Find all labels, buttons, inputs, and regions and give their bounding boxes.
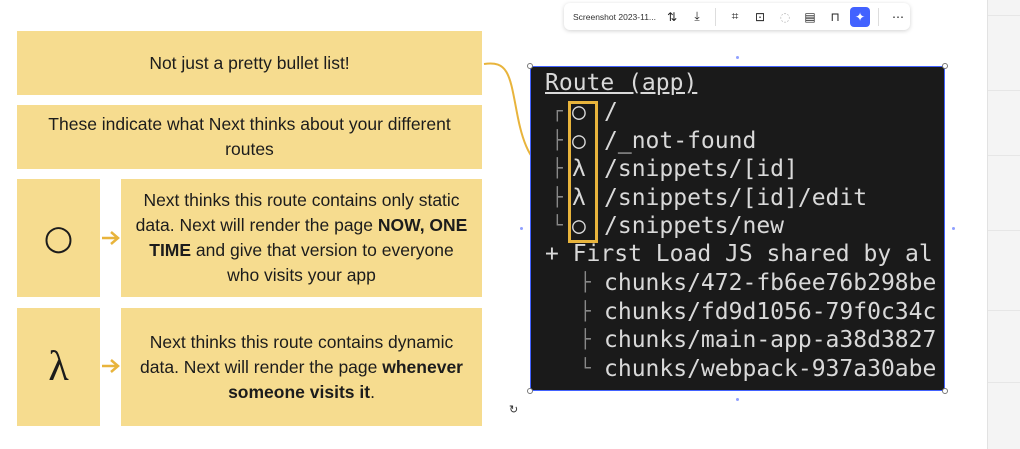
tree-glyph: └ xyxy=(552,215,563,236)
toolbar-divider xyxy=(878,7,879,26)
dynamic-explanation-note[interactable]: Next thinks this route contains dynamic … xyxy=(121,308,482,426)
tree-glyph: ├ xyxy=(552,129,563,151)
tree-glyph: ┌ xyxy=(552,101,563,122)
resize-handle[interactable] xyxy=(527,388,533,394)
route-marker: ○ xyxy=(572,213,586,239)
fit-icon[interactable]: ⊡ xyxy=(750,7,770,27)
route-path: /_not-found xyxy=(604,127,757,154)
crop-icon[interactable]: ⌗ xyxy=(725,7,745,27)
arrow-right-icon xyxy=(102,359,120,373)
route-marker: ○ xyxy=(572,127,586,154)
terminal-screenshot[interactable]: Route (app) ┌ ○ / ├ ○ /_not-found ├ λ/snippets/… xyxy=(530,66,945,391)
lock-icon[interactable]: ⊓ xyxy=(825,7,845,27)
static-explanation-note[interactable]: Next thinks this route contains only sta… xyxy=(121,179,482,297)
comment-icon[interactable]: ▤ xyxy=(800,7,820,27)
headline-text: Not just a pretty bullet list! xyxy=(149,52,350,73)
chunk-line: chunks/472-fb6ee76b298be xyxy=(604,270,937,296)
route-path: /snippets/[id] xyxy=(604,156,798,182)
side-panel xyxy=(987,0,1020,449)
route-marker: λ xyxy=(572,156,586,182)
tree-glyph: └ xyxy=(580,357,591,379)
resize-handle[interactable] xyxy=(942,388,948,394)
route-header: Route (app) xyxy=(545,70,698,96)
connection-point[interactable] xyxy=(736,398,739,401)
tree-glyph: ├ xyxy=(580,329,591,350)
route-marker: λ xyxy=(572,184,586,211)
panel-divider xyxy=(988,310,1020,311)
panel-divider xyxy=(988,230,1020,231)
subhead-text: These indicate what Next thinks about yo… xyxy=(48,114,451,159)
shared-line: + First Load JS shared by al xyxy=(545,241,933,267)
filename-label[interactable]: Screenshot 2023-11... xyxy=(573,12,657,22)
rotate-icon[interactable]: ↻ xyxy=(509,403,518,416)
image-toolbar: Screenshot 2023-11... ⇅ ⤓ ⌗ ⊡ ◌ ▤ ⊓ ✦ ⋯ xyxy=(564,3,910,30)
tree-glyph: ├ xyxy=(552,158,563,179)
route-path: /snippets/[id]/edit xyxy=(604,184,868,211)
subhead-note[interactable]: These indicate what Next thinks about yo… xyxy=(17,105,482,169)
panel-divider xyxy=(988,90,1020,91)
static-symbol-note[interactable]: ○ xyxy=(17,179,100,297)
toolbar-divider xyxy=(715,7,716,26)
resize-handle[interactable] xyxy=(942,63,948,69)
connection-point[interactable] xyxy=(736,56,739,59)
tree-glyph: ├ xyxy=(580,272,591,293)
lambda-icon: λ xyxy=(48,343,69,390)
ai-icon[interactable]: ✦ xyxy=(850,6,870,27)
swap-icon[interactable]: ⇅ xyxy=(662,7,682,27)
chunk-line: chunks/webpack-937a30abe xyxy=(604,355,937,382)
connection-point[interactable] xyxy=(952,227,955,230)
panel-divider xyxy=(988,15,1020,16)
chunk-line: chunks/fd9d1056-79f0c34c xyxy=(604,298,937,325)
dynamic-symbol-note[interactable]: λ xyxy=(17,308,100,426)
tree-glyph: ├ xyxy=(552,186,563,208)
static-circle-icon: ○ xyxy=(43,217,74,258)
loading-icon[interactable]: ◌ xyxy=(775,7,795,27)
static-explanation-text: Next thinks this route contains only sta… xyxy=(135,190,468,285)
more-icon[interactable]: ⋯ xyxy=(888,7,908,27)
panel-divider xyxy=(988,155,1020,156)
arrow-right-icon xyxy=(102,231,120,245)
route-marker: ○ xyxy=(572,99,586,125)
panel-divider xyxy=(988,382,1020,383)
route-path: /snippets/new xyxy=(604,213,785,239)
tree-glyph: ├ xyxy=(580,300,591,322)
dynamic-explanation-text: Next thinks this route contains dynamic … xyxy=(140,331,463,402)
connection-point[interactable] xyxy=(520,227,523,230)
download-icon[interactable]: ⤓ xyxy=(687,7,707,27)
headline-note[interactable]: Not just a pretty bullet list! xyxy=(17,31,482,95)
chunk-line: chunks/main-app-a38d3827 xyxy=(604,327,937,353)
route-path: / xyxy=(604,99,618,125)
resize-handle[interactable] xyxy=(527,63,533,69)
